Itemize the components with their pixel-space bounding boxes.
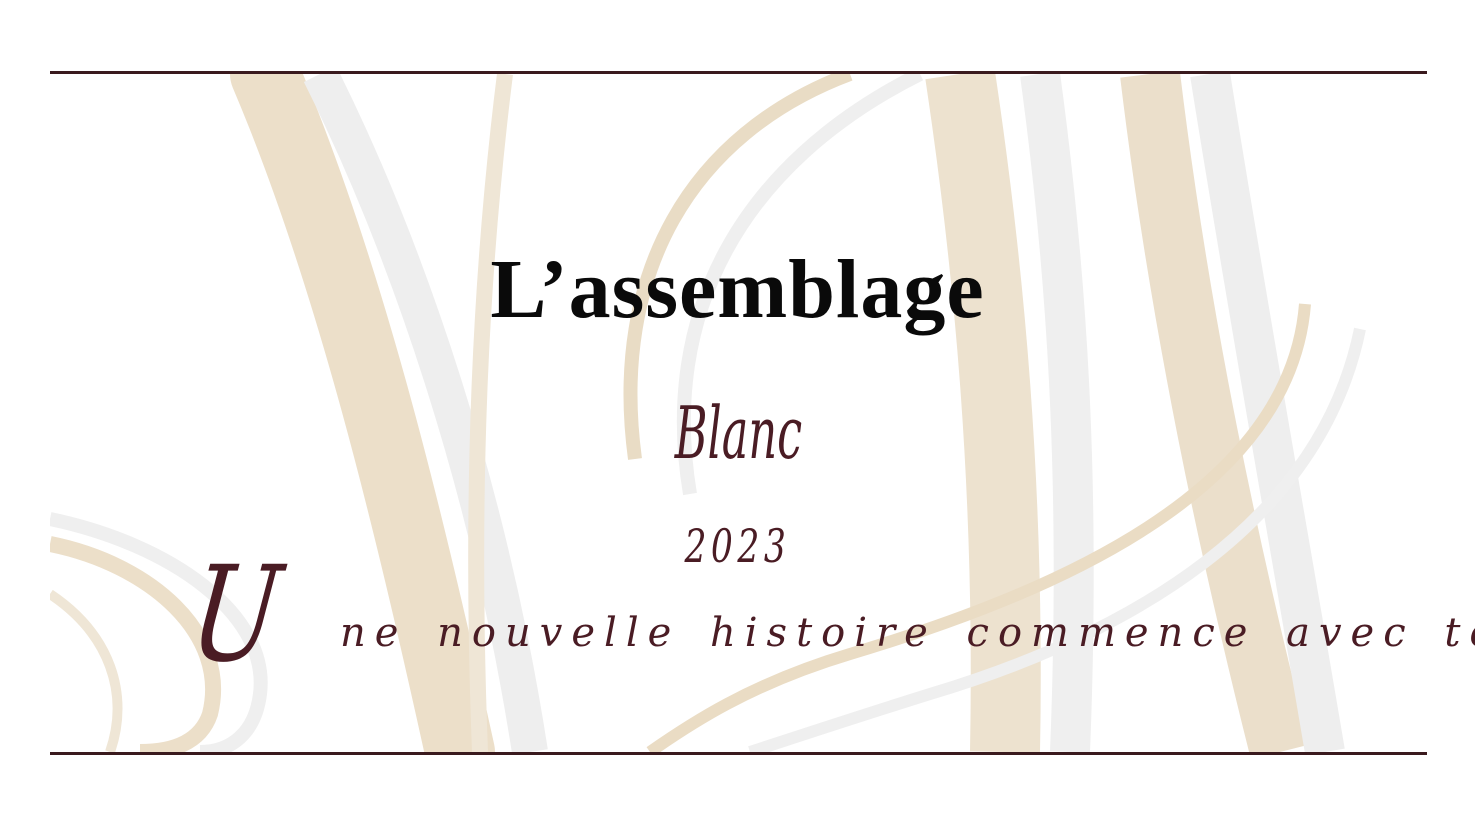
top-rule [50, 71, 1427, 74]
tagline-initial: U [183, 538, 288, 692]
wine-variety: Blanc [674, 391, 803, 475]
deco-stroke [50, 589, 123, 752]
tagline-text: ne nouvelle histoire commence avec toi [340, 610, 1475, 656]
label-title: L’assemblage [490, 243, 985, 336]
bottom-rule [50, 752, 1427, 755]
tagline: U ne nouvelle histoire commence avec toi [184, 538, 1475, 692]
